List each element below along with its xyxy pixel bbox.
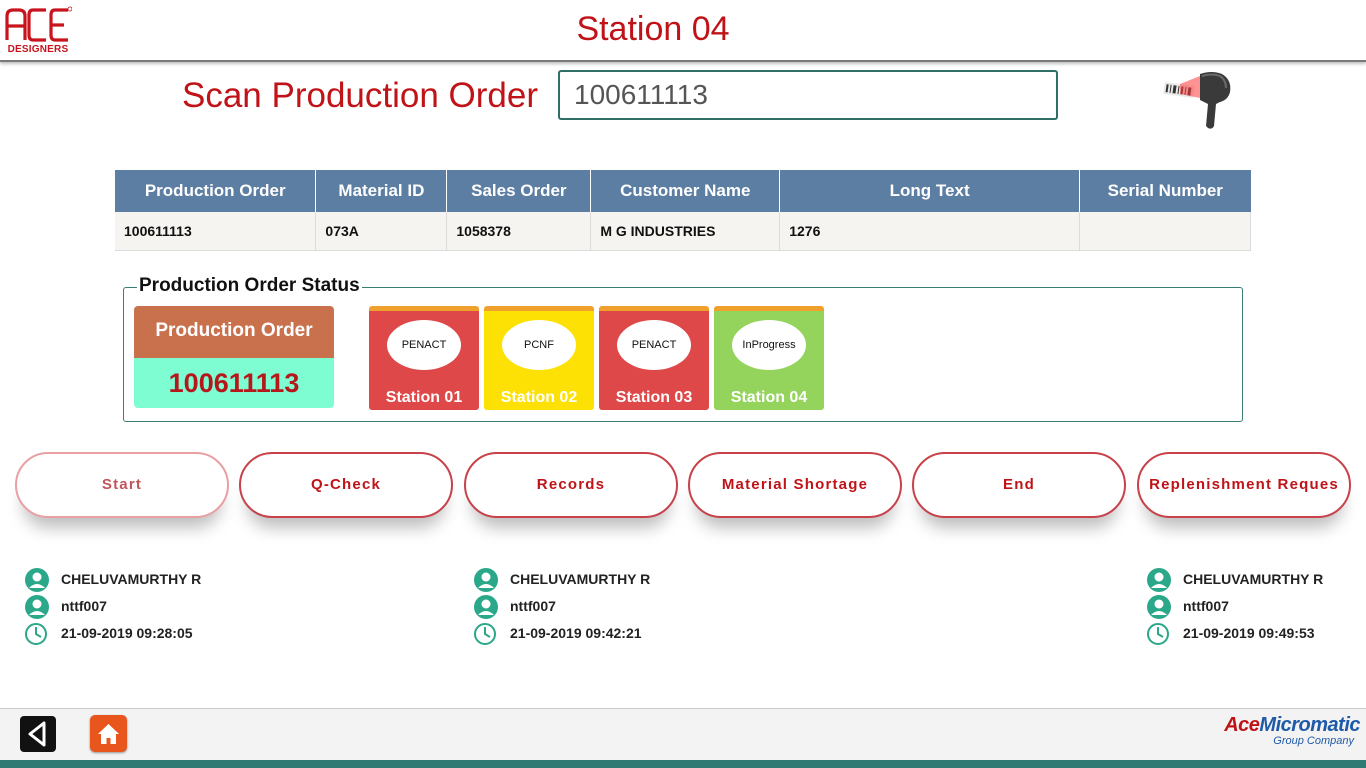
info-user-id: nttf007 xyxy=(61,598,107,614)
station-03-tile[interactable]: PENACT Station 03 xyxy=(599,306,709,410)
clock-icon xyxy=(474,623,496,645)
station-name: Station 01 xyxy=(385,389,463,406)
station-status: PENACT xyxy=(387,320,461,370)
brand-name: AceMicromatic xyxy=(1200,714,1360,737)
table-row[interactable]: 100611113 073A 1058378 M G INDUSTRIES 12… xyxy=(115,212,1251,251)
back-icon xyxy=(28,721,46,747)
info-user-row: CHELUVAMURTHY R xyxy=(473,566,733,593)
info-user-row: CHELUVAMURTHY R xyxy=(1146,566,1356,593)
station-02-tile[interactable]: PCNF Station 02 xyxy=(484,306,594,410)
brand-part-micromatic: Micromatic xyxy=(1259,714,1360,736)
col-sales-order: Sales Order xyxy=(446,170,592,212)
po-card-number: 100611113 xyxy=(134,358,334,408)
info-user-name: CHELUVAMURTHY R xyxy=(1183,571,1324,587)
replenishment-request-button[interactable]: Replenishment Reques xyxy=(1137,452,1351,518)
start-button[interactable]: Start xyxy=(15,452,229,518)
end-button[interactable]: End xyxy=(912,452,1126,518)
user-icon xyxy=(25,595,49,619)
scanner-icon[interactable] xyxy=(1160,70,1238,132)
qcheck-info-block: CHELUVAMURTHY R nttf007 21-09-2019 09:42… xyxy=(473,566,733,647)
brand-part-ace: Ace xyxy=(1224,714,1260,736)
production-order-card: Production Order 100611113 xyxy=(134,306,334,408)
production-order-table: Production Order Material ID Sales Order… xyxy=(115,170,1251,251)
cell-production-order: 100611113 xyxy=(115,212,317,251)
user-icon xyxy=(1147,568,1171,592)
station-status: PENACT xyxy=(617,320,691,370)
cell-serial-number xyxy=(1079,212,1251,251)
clock-icon xyxy=(1147,623,1169,645)
clock-icon xyxy=(25,623,47,645)
material-shortage-button[interactable]: Material Shortage xyxy=(688,452,902,518)
info-id-row: nttf007 xyxy=(473,593,733,620)
info-user-id: nttf007 xyxy=(510,598,556,614)
home-button[interactable] xyxy=(90,715,127,752)
scan-input[interactable] xyxy=(558,70,1058,120)
home-icon xyxy=(98,724,119,744)
brand-subtitle: Group Company xyxy=(1273,735,1354,747)
records-button[interactable]: Records xyxy=(464,452,678,518)
info-id-row: nttf007 xyxy=(1146,593,1356,620)
start-info-block: CHELUVAMURTHY R nttf007 21-09-2019 09:28… xyxy=(24,566,284,647)
col-production-order: Production Order xyxy=(115,170,317,212)
info-timestamp: 21-09-2019 09:28:05 xyxy=(61,625,193,641)
info-timestamp: 21-09-2019 09:42:21 xyxy=(510,625,642,641)
station-name: Station 04 xyxy=(730,389,808,406)
col-serial-number: Serial Number xyxy=(1079,170,1251,212)
back-button[interactable] xyxy=(20,716,56,752)
station-01-tile[interactable]: PENACT Station 01 xyxy=(369,306,479,410)
po-card-label: Production Order xyxy=(134,306,334,358)
station-status: InProgress xyxy=(732,320,806,370)
user-icon xyxy=(474,568,498,592)
col-long-text: Long Text xyxy=(779,170,1081,212)
cell-material-id: 073A xyxy=(315,212,448,251)
user-icon xyxy=(474,595,498,619)
ace-micromatic-logo: AceMicromatic Group Company xyxy=(1200,714,1360,750)
info-user-name: CHELUVAMURTHY R xyxy=(61,571,202,587)
cell-long-text: 1276 xyxy=(779,212,1081,251)
station-status: PCNF xyxy=(502,320,576,370)
info-time-row: 21-09-2019 09:42:21 xyxy=(473,620,733,647)
scan-label: Scan Production Order xyxy=(182,76,539,115)
station-04-tile[interactable]: InProgress Station 04 xyxy=(714,306,824,410)
user-icon xyxy=(1147,595,1171,619)
info-user-row: CHELUVAMURTHY R xyxy=(24,566,284,593)
info-user-id: nttf007 xyxy=(1183,598,1229,614)
station-name: Station 03 xyxy=(615,389,693,406)
info-user-name: CHELUVAMURTHY R xyxy=(510,571,651,587)
cell-customer-name: M G INDUSTRIES xyxy=(590,212,781,251)
status-legend: Production Order Status xyxy=(137,275,362,297)
station-name: Station 02 xyxy=(500,389,578,406)
end-info-block: CHELUVAMURTHY R nttf007 21-09-2019 09:49… xyxy=(1146,566,1356,647)
info-timestamp: 21-09-2019 09:49:53 xyxy=(1183,625,1315,641)
q-check-button[interactable]: Q-Check xyxy=(239,452,453,518)
footer-accent-strip xyxy=(0,760,1366,768)
col-material-id: Material ID xyxy=(315,170,448,212)
header-bar: DESIGNERS Station 04 xyxy=(0,0,1366,62)
info-time-row: 21-09-2019 09:28:05 xyxy=(24,620,284,647)
info-time-row: 21-09-2019 09:49:53 xyxy=(1146,620,1356,647)
user-icon xyxy=(25,568,49,592)
footer-bar xyxy=(0,708,1366,760)
page-title: Station 04 xyxy=(576,10,730,48)
cell-sales-order: 1058378 xyxy=(446,212,592,251)
col-customer-name: Customer Name xyxy=(590,170,781,212)
info-id-row: nttf007 xyxy=(24,593,284,620)
table-header-row: Production Order Material ID Sales Order… xyxy=(115,170,1251,212)
